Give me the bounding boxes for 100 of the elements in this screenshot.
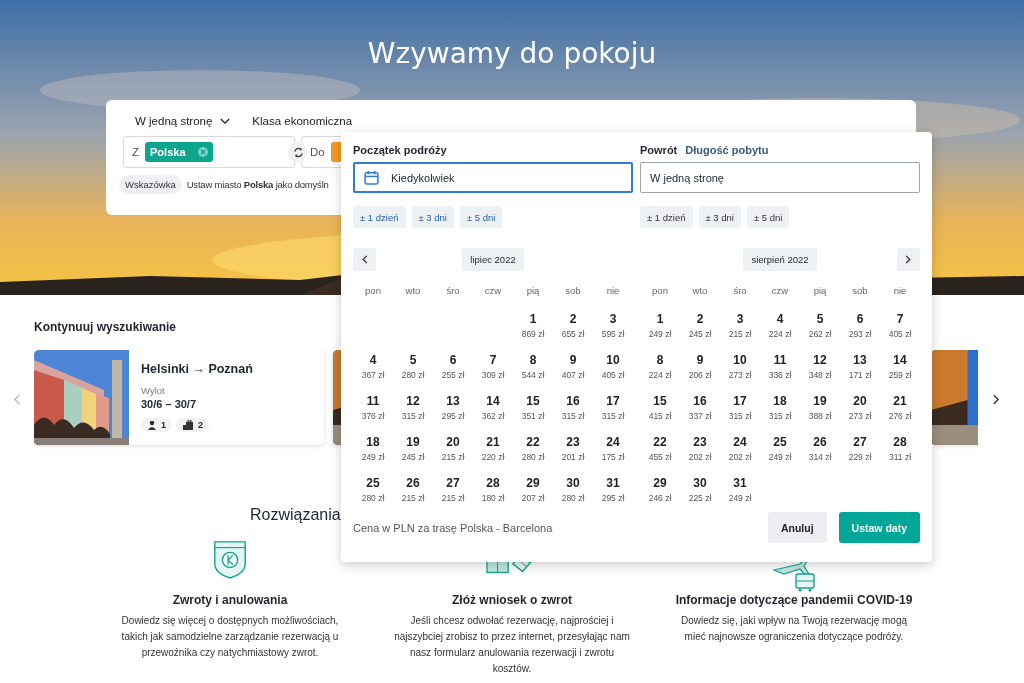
flex-days-button[interactable]: ± 5 dni [746, 206, 790, 228]
flex-days-button[interactable]: ± 1 dzień [353, 206, 406, 228]
weekday-label: pon [651, 285, 669, 298]
calendar-day[interactable]: 8 224 zł [640, 353, 680, 387]
month-label: lipiec 2022 [462, 248, 524, 271]
calendar-day[interactable]: 3 215 zł [720, 312, 760, 346]
calendar-day[interactable]: 20 215 zł [433, 435, 473, 469]
help-title: Złóż wniosek o zwrot [452, 593, 572, 607]
calendar-day[interactable]: 27 215 zł [433, 476, 473, 510]
calendar-day[interactable]: 9 407 zł [553, 353, 593, 387]
weekday-label: pią [525, 285, 541, 298]
calendar-day[interactable]: 10 273 zł [720, 353, 760, 387]
calendar-day[interactable]: 16 315 zł [553, 394, 593, 428]
calendar-day[interactable]: 29 246 zł [640, 476, 680, 510]
calendar-day[interactable]: 14 362 zł [473, 394, 513, 428]
departure-date-field[interactable]: Kiedykolwiek [353, 162, 633, 193]
flex-days-button[interactable]: ± 3 dni [411, 206, 454, 228]
flex-days-button[interactable]: ± 5 dni [459, 206, 503, 228]
weekday-label: wto [404, 285, 422, 298]
calendar-day[interactable]: 21 220 zł [473, 435, 513, 469]
calendar-day[interactable]: 30 280 zł [553, 476, 593, 510]
passenger-count: 1 [141, 418, 172, 432]
calendar-day[interactable]: 1 249 zł [640, 312, 680, 346]
calendar-day[interactable]: 24 175 zł [593, 435, 633, 469]
calendar-day[interactable]: 26 215 zł [393, 476, 433, 510]
hint-text: Ustaw miasto Polska jako domyśln [186, 179, 329, 190]
hint-badge: Wskazówka [119, 175, 182, 194]
calendar-day[interactable]: 24 202 zł [720, 435, 760, 469]
weekday-label: czw [770, 285, 790, 298]
calendar-day[interactable]: 2 245 zł [680, 312, 720, 346]
calendar-day[interactable]: 15 351 zł [513, 394, 553, 428]
cancel-button[interactable]: Anuluj [767, 512, 827, 543]
calendar-day[interactable]: 18 249 zł [353, 435, 393, 469]
calendar-day[interactable]: 18 315 zł [760, 394, 800, 428]
calendar-day[interactable]: 17 315 zł [720, 394, 760, 428]
calendar-day[interactable]: 6 255 zł [433, 353, 473, 387]
route-title: Helsinki → Poznań [141, 362, 253, 376]
month-label: sierpień 2022 [743, 248, 817, 271]
calendar-day[interactable]: 19 245 zł [393, 435, 433, 469]
help-text: Dowiedz się więcej o dostępnych możliwościach, takich jak samodzielne zarządzanie rezerwacją u przewoźnika czy natychmiastowy zwrot. [120, 614, 340, 660]
calendar-day[interactable]: 6 293 zł [840, 312, 880, 346]
calendar-day[interactable]: 2 655 zł [553, 312, 593, 346]
section-title: Kontynuuj wyszukiwanie [34, 320, 177, 334]
weekday-label: sob [851, 285, 869, 298]
calendar-day[interactable]: 28 180 zł [473, 476, 513, 510]
return-date-field[interactable]: W jedną stronę [640, 162, 920, 193]
calendar-day[interactable]: 14 259 zł [880, 353, 920, 387]
flex-days-button[interactable]: ± 1 dzień [640, 206, 693, 228]
calendar-day[interactable]: 12 315 zł [393, 394, 433, 428]
calendar-day[interactable]: 8 544 zł [513, 353, 553, 387]
calendar-day[interactable]: 17 315 zł [593, 394, 633, 428]
calendar-day[interactable]: 22 455 zł [640, 435, 680, 469]
search-card[interactable]: Helsinki → Poznań Wylot 30/6 – 30/7 1 2 [34, 350, 324, 445]
calendar-day[interactable]: 9 206 zł [680, 353, 720, 387]
section-title: Rozwiązania [250, 506, 342, 524]
calendar-day[interactable]: 23 202 zł [680, 435, 720, 469]
calendar-day[interactable]: 29 207 zł [513, 476, 553, 510]
help-text: Dowiedz się, jaki wpływ na Twoją rezerwację mogą mieć najnowsze ograniczenia dotyczące podróży. [680, 614, 908, 644]
stay-length-link[interactable]: Długość pobytu [685, 144, 769, 156]
calendar-day[interactable]: 26 314 zł [800, 435, 840, 469]
calendar-day[interactable]: 4 224 zł [760, 312, 800, 346]
weekday-label: śro [732, 285, 748, 298]
calendar-day[interactable]: 10 405 zł [593, 353, 633, 387]
calendar-day[interactable]: 28 311 zł [880, 435, 920, 469]
calendar-day[interactable]: 20 273 zł [840, 394, 880, 428]
weekday-label: czw [483, 285, 503, 298]
calendar-day[interactable]: 13 171 zł [840, 353, 880, 387]
weekday-label: pon [364, 285, 382, 298]
calendar-day[interactable]: 23 201 zł [553, 435, 593, 469]
calendar-day[interactable]: 7 405 zł [880, 312, 920, 346]
cabin-class-dropdown[interactable]: Klasa ekonomiczna [252, 115, 353, 127]
calendar-day[interactable]: 22 280 zł [513, 435, 553, 469]
calendar-day[interactable]: 25 249 zł [760, 435, 800, 469]
help-text: Jeśli chcesz odwołać rezerwację, najprościej i najszybciej zrobisz to przez internet, przesyłając nam nasz formularz anulowania rezerwacji i zwrotu kosztów. [394, 614, 630, 676]
calendar-day[interactable]: 1 869 zł [513, 312, 553, 346]
weekday-label: sob [564, 285, 582, 298]
field-label: Powrót [640, 144, 678, 156]
calendar-day[interactable]: 3 595 zł [593, 312, 633, 346]
calendar-day[interactable]: 7 309 zł [473, 353, 513, 387]
calendar-day[interactable]: 15 415 zł [640, 394, 680, 428]
weekday-label: pią [812, 285, 828, 298]
calendar-day[interactable]: 11 376 zł [353, 394, 393, 428]
calendar-day[interactable]: 13 295 zł [433, 394, 473, 428]
weekday-label: wto [691, 285, 709, 298]
calendar-day[interactable]: 11 336 zł [760, 353, 800, 387]
calendar-day[interactable]: 21 276 zł [880, 394, 920, 428]
calendar-day[interactable]: 27 229 zł [840, 435, 880, 469]
calendar-day[interactable]: 31 249 zł [720, 476, 760, 510]
weekday-label: nie [892, 285, 908, 298]
flex-days-button[interactable]: ± 3 dni [698, 206, 741, 228]
calendar-day[interactable]: 30 225 zł [680, 476, 720, 510]
trip-type-dropdown[interactable]: W jedną stronę [135, 115, 231, 127]
calendar-day[interactable]: 31 295 zł [593, 476, 633, 510]
calendar-day[interactable]: 25 280 zł [353, 476, 393, 510]
calendar-day[interactable]: 12 348 zł [800, 353, 840, 387]
calendar-day[interactable]: 16 337 zł [680, 394, 720, 428]
calendar-day[interactable]: 4 367 zł [353, 353, 393, 387]
calendar-day[interactable]: 5 280 zł [393, 353, 433, 387]
calendar-day[interactable]: 5 262 zł [800, 312, 840, 346]
calendar-day[interactable]: 19 388 zł [800, 394, 840, 428]
